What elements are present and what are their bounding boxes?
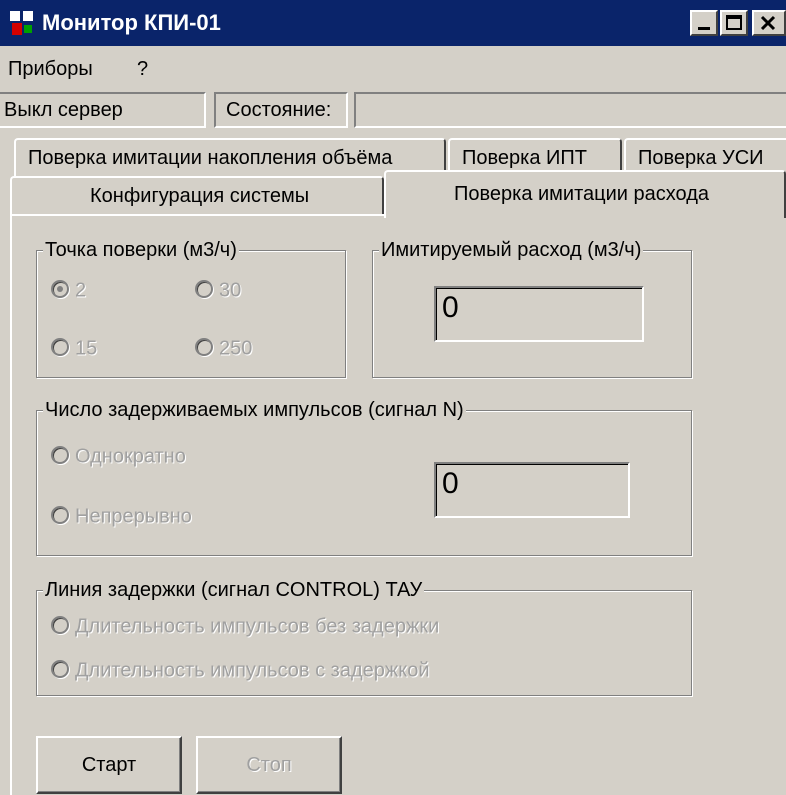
check-point-legend: Точка поверки (м3/ч) (43, 237, 239, 263)
radio-continuous[interactable]: Непрерывно (51, 503, 192, 530)
tab-label: Поверка УСИ (638, 147, 764, 169)
server-status-panel: Выкл сервер (0, 92, 206, 128)
title-bar[interactable]: Монитор КПИ-01 (0, 0, 786, 46)
tab-label: Поверка имитации расхода (454, 183, 710, 205)
main-window: Монитор КПИ-01 Приборы ? Выкл сервер Сос… (0, 0, 786, 795)
radio-icon (51, 445, 69, 464)
maximize-button[interactable] (720, 10, 748, 36)
check-point-group: Точка поверки (м3/ч) 2 30 15 250 (36, 237, 346, 378)
radio-icon (195, 337, 213, 356)
minimize-icon (698, 27, 710, 30)
radio-icon (51, 505, 69, 524)
simulated-rate-legend: Имитируемый расход (м3/ч) (379, 237, 644, 263)
menu-bar: Приборы ? (0, 48, 786, 88)
close-button[interactable] (752, 10, 786, 36)
radio-once[interactable]: Однократно (51, 443, 186, 470)
server-status-text: Выкл сервер (4, 99, 123, 121)
radio-icon (51, 337, 69, 356)
tab-system-config[interactable]: Конфигурация системы (10, 176, 384, 216)
radio-icon (195, 279, 213, 298)
radio-point-15[interactable]: 15 (51, 335, 97, 362)
delayed-pulses-legend: Число задерживаемых импульсов (сигнал N) (43, 397, 466, 423)
radio-icon (51, 615, 69, 634)
radio-with-delay[interactable]: Длительность импульсов с задержкой (51, 657, 430, 684)
state-label-panel: Состояние: (214, 92, 348, 128)
delayed-pulses-field[interactable]: 0 (434, 462, 630, 518)
stop-button[interactable]: Стоп (196, 736, 342, 794)
close-icon (760, 15, 776, 31)
radio-point-250[interactable]: 250 (195, 335, 252, 362)
start-button[interactable]: Старт (36, 736, 182, 794)
delay-line-group: Линия задержки (сигнал CONTROL) ТАУ Длит… (36, 577, 692, 696)
radio-point-30[interactable]: 30 (195, 277, 241, 304)
tab-volume-accumulation[interactable]: Поверка имитации накопления объёма (14, 138, 446, 178)
radio-selected-icon (51, 279, 69, 298)
maximize-icon (726, 15, 742, 30)
radio-point-2[interactable]: 2 (51, 277, 86, 304)
window-title: Монитор КПИ-01 (42, 10, 221, 35)
delay-line-legend: Линия задержки (сигнал CONTROL) ТАУ (43, 577, 425, 603)
state-value-panel (354, 92, 786, 128)
menu-devices[interactable]: Приборы (8, 56, 93, 82)
tab-label: Конфигурация системы (90, 185, 310, 207)
tab-label: Поверка имитации накопления объёма (28, 147, 393, 169)
radio-no-delay[interactable]: Длительность импульсов без задержки (51, 613, 439, 640)
radio-icon (51, 659, 69, 678)
tab-label: Поверка ИПТ (462, 147, 587, 169)
state-label: Состояние: (226, 99, 332, 121)
app-logo-icon (8, 9, 36, 37)
menu-help[interactable]: ? (137, 56, 148, 82)
simulated-rate-field[interactable]: 0 (434, 286, 644, 342)
minimize-button[interactable] (690, 10, 718, 36)
